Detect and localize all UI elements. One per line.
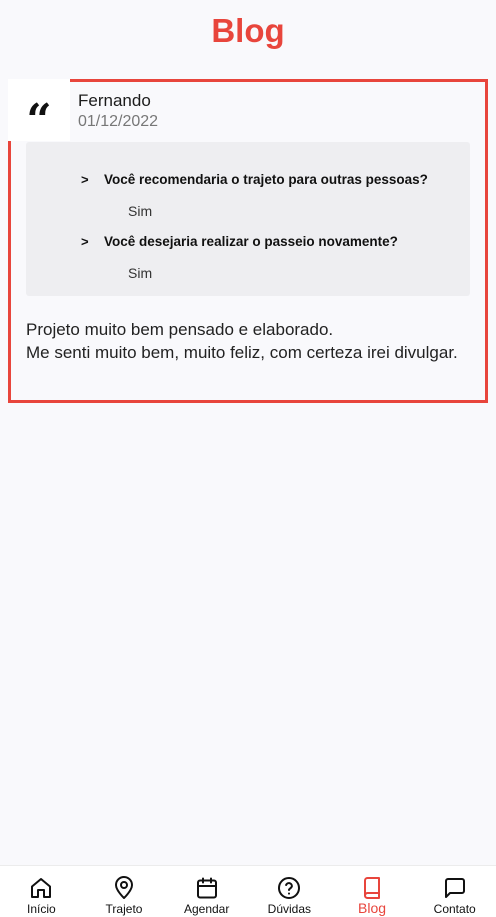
nav-label: Contato [433,902,476,916]
survey-answer: Sim [128,203,153,219]
survey-answers: > Você recomendaria o trajeto para outra… [26,142,470,296]
post-body-line: Me senti muito bem, muito feliz, com cer… [26,343,458,362]
survey-question: Você desejaria realizar o passeio novame… [104,234,398,249]
nav-item-duvidas[interactable]: Dúvidas [248,866,331,917]
nav-item-inicio[interactable]: Início [0,866,83,917]
nav-item-agendar[interactable]: Agendar [165,866,248,917]
calendar-icon [196,877,217,899]
chevron-right-icon: > [81,234,89,249]
blog-page: Blog “ Fernando 01/12/2022 > Você recome… [0,0,496,917]
home-icon [31,878,52,898]
nav-label: Agendar [183,902,230,916]
survey-answer: Sim [128,265,153,281]
quote-mark: “ [26,95,52,146]
post-date: 01/12/2022 [78,113,159,130]
quote-icon: “ [8,79,70,146]
chevron-right-icon: > [81,172,89,187]
message-square-icon [444,878,465,898]
bottom-navigation: Início Trajeto Agendar Dúvidas Blog Cont… [0,865,496,917]
nav-item-contato[interactable]: Contato [413,866,496,917]
book-icon [364,877,381,899]
post-body-line: Projeto muito bem pensado e elaborado. [26,320,334,339]
nav-item-trajeto[interactable]: Trajeto [83,866,166,917]
blog-post-card: “ Fernando 01/12/2022 > Você recomendari… [8,79,488,403]
nav-item-blog[interactable]: Blog [331,866,414,917]
survey-question: Você recomendaria o trajeto para outras … [104,172,428,187]
nav-label: Início [26,902,56,916]
nav-label: Blog [358,900,387,916]
post-body: Projeto muito bem pensado e elaborado. M… [26,318,476,364]
nav-label: Dúvidas [267,902,312,916]
page-title: Blog [211,12,285,49]
post-author: Fernando [78,91,151,110]
help-circle-icon [278,877,301,899]
map-pin-icon [115,876,133,899]
nav-label: Trajeto [105,902,143,916]
